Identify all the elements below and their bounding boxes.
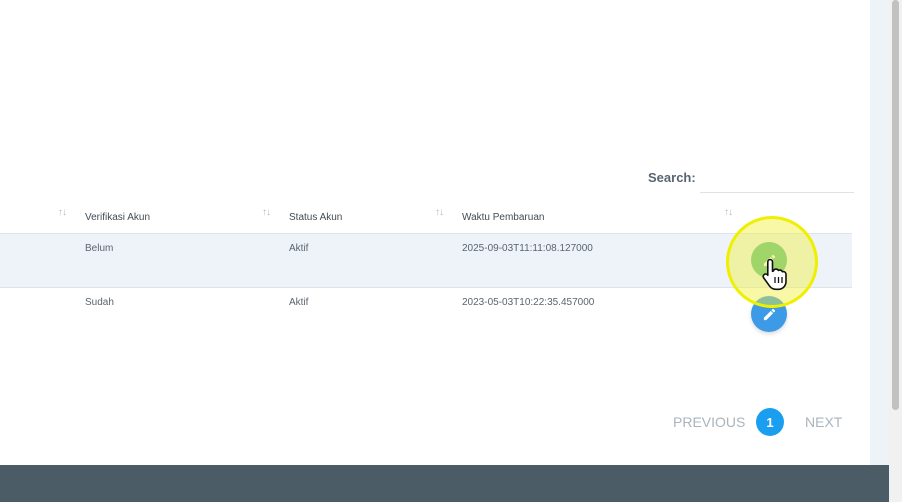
pencil-icon xyxy=(763,254,775,266)
edit-button[interactable] xyxy=(751,296,787,332)
cell-status: Aktif xyxy=(289,243,309,254)
search-label: Search: xyxy=(648,170,696,185)
column-header-waktu-pembaruan[interactable]: Waktu Pembaruan xyxy=(462,212,544,223)
scrollbar-thumb[interactable] xyxy=(892,0,899,410)
vertical-scrollbar[interactable] xyxy=(889,0,902,502)
edit-button[interactable] xyxy=(751,242,787,278)
sort-icon[interactable]: ↑↓ xyxy=(262,207,271,218)
column-header-verifikasi-akun[interactable]: Verifikasi Akun xyxy=(85,212,150,223)
search-input[interactable] xyxy=(700,164,854,193)
column-header-status-akun[interactable]: Status Akun xyxy=(289,212,342,223)
sort-icon[interactable]: ↑↓ xyxy=(58,207,67,218)
side-gutter xyxy=(870,0,889,465)
cell-waktu: 2023-05-03T10:22:35.457000 xyxy=(462,297,595,308)
pencil-icon xyxy=(763,308,775,320)
footer xyxy=(0,465,889,502)
table-row xyxy=(0,234,852,287)
next-page-button[interactable]: NEXT xyxy=(805,414,842,430)
cell-waktu: 2025-09-03T11:11:08.127000 xyxy=(462,243,593,254)
page-1-button[interactable]: 1 xyxy=(756,408,784,436)
previous-page-button[interactable]: PREVIOUS xyxy=(673,414,745,430)
sort-icon[interactable]: ↑↓ xyxy=(435,207,444,218)
cell-status: Aktif xyxy=(289,297,309,308)
main-content: Search: ↑↓ Verifikasi Akun ↑↓ Status Aku… xyxy=(0,0,870,465)
cell-verifikasi: Sudah xyxy=(85,297,114,308)
table-row-divider xyxy=(0,287,852,288)
sort-icon[interactable]: ↑↓ xyxy=(724,207,733,218)
cell-verifikasi: Belum xyxy=(85,243,114,254)
